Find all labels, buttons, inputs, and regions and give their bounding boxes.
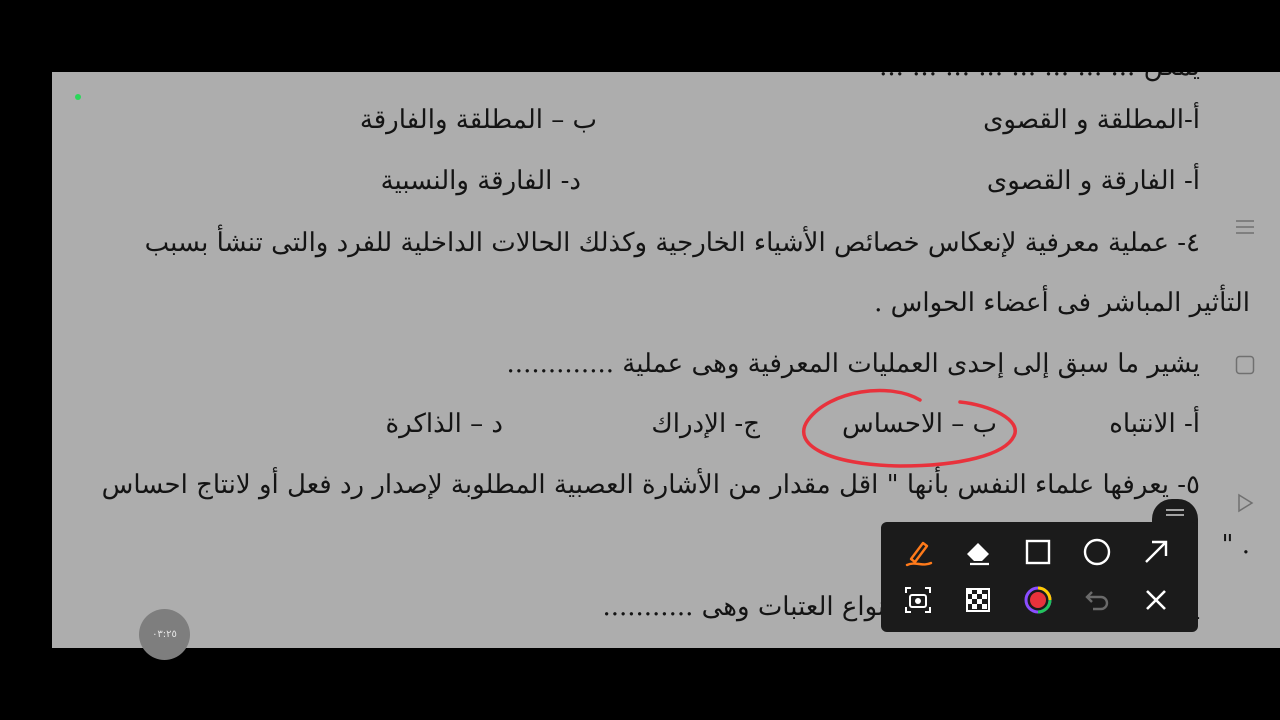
mosaic-icon[interactable] — [958, 580, 998, 620]
timer-text: ٠٣:٢٥ — [152, 629, 177, 640]
menu-icon[interactable] — [1234, 216, 1256, 242]
recording-timer[interactable]: ٠٣:٢٥ — [139, 609, 190, 660]
color-picker-icon[interactable] — [1018, 580, 1058, 620]
play-icon[interactable] — [1234, 492, 1256, 518]
question-4-option-d: د – الذاكرة — [385, 409, 503, 439]
option-a2: أ- الفارقة و القصوى — [986, 166, 1200, 196]
camera-icon[interactable] — [898, 580, 938, 620]
question-5-line2: . " — [1221, 530, 1251, 560]
question-4-line1: ٤- عملية معرفية لإنعكاس خصائص الأشياء ال… — [144, 228, 1200, 258]
status-dot — [75, 94, 81, 100]
arrow-icon[interactable] — [1136, 532, 1176, 572]
eraser-icon[interactable] — [958, 532, 998, 572]
rectangle-icon[interactable] — [1018, 532, 1058, 572]
question-4-prompt: يشير ما سبق إلى إحدى العمليات المعرفية و… — [506, 349, 1200, 379]
undo-icon[interactable] — [1077, 580, 1117, 620]
question-4-option-c: ج- الإدراك — [651, 409, 760, 439]
pen-icon[interactable] — [898, 532, 938, 572]
question-4-line2: التأثير المباشر فى أعضاء الحواس . — [874, 288, 1250, 318]
option-b1: ب – المطلقة والفارقة — [359, 105, 597, 135]
annotation-circle — [801, 388, 1017, 468]
close-icon[interactable] — [1136, 580, 1176, 620]
partial-text-line: يمكن ... ... ... ... ... ... ... ... — [879, 72, 1200, 84]
drawing-toolbar — [881, 522, 1198, 632]
circle-icon[interactable] — [1077, 532, 1117, 572]
option-d2: د- الفارقة والنسبية — [380, 166, 581, 196]
question-4-option-a: أ- الانتباه — [1109, 409, 1200, 439]
option-a1: أ-المطلقة و القصوى — [983, 105, 1200, 135]
checkbox-icon[interactable] — [1234, 354, 1256, 380]
question-5-line1: ٥- يعرفها علماء النفس بأنها " اقل مقدار … — [101, 470, 1200, 500]
